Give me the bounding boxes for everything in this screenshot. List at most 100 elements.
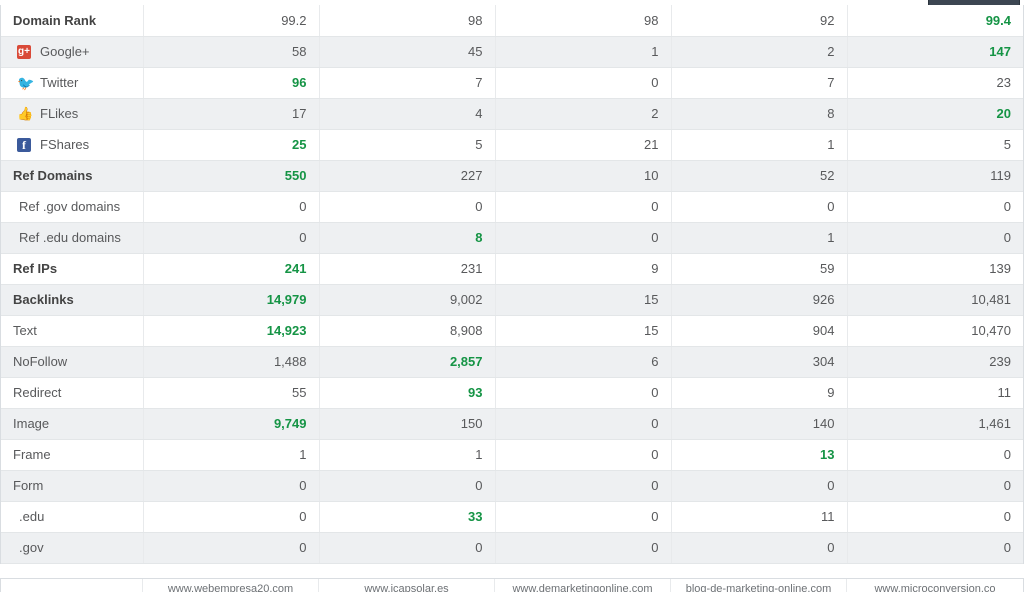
metric-value-cell: 0 xyxy=(495,191,672,223)
table-row: 👍 FLikes 17 4 2 8 20 xyxy=(1,98,1023,130)
metric-value: 98 xyxy=(644,12,659,28)
metric-value-cell: 0 xyxy=(847,191,1023,223)
metric-value-cell: 0 xyxy=(495,532,672,564)
metric-label-text: Ref IPs xyxy=(13,261,58,276)
metric-value: 5 xyxy=(1003,137,1011,152)
metric-value-cell: 0 xyxy=(143,222,320,254)
metric-value-cell: 0 xyxy=(847,222,1023,254)
metric-value-best: 8 xyxy=(475,230,483,245)
metric-value: 0 xyxy=(651,478,659,493)
social-metric-label: 👍 FLikes xyxy=(13,106,131,121)
metric-value-cell: 1 xyxy=(671,222,848,254)
metric-value-best: 20 xyxy=(996,106,1011,121)
metric-label-cell: .gov xyxy=(1,532,144,564)
metric-value: 926 xyxy=(812,292,835,307)
metric-value-cell: 55 xyxy=(143,377,320,409)
footer-url-label[interactable]: www.microconversion.co xyxy=(847,579,1023,592)
metric-value: 9,002 xyxy=(449,292,483,307)
metric-label-text: .gov xyxy=(19,540,44,555)
metric-value-cell: 0 xyxy=(671,532,848,564)
footer-url-row: www.webempresa20.com www.icapsolar.es www.… xyxy=(0,578,1024,592)
metric-value-cell: 0 xyxy=(847,439,1023,471)
metric-value-cell: 0 xyxy=(319,532,496,564)
metric-label-cell: Redirect xyxy=(1,377,144,409)
metric-value-cell: 0 xyxy=(495,501,672,533)
metric-value: 15 xyxy=(644,323,659,338)
table-row: Ref .edu domains 0 8 0 1 0 xyxy=(1,222,1023,254)
metric-value-cell: 9,002 xyxy=(319,284,496,316)
metric-value-best: 14,923 xyxy=(266,323,307,338)
metric-value-best: 33 xyxy=(468,509,483,524)
metric-value: 55 xyxy=(292,385,307,400)
metric-value-cell: 10,481 xyxy=(847,284,1023,316)
metric-value: 1,488 xyxy=(273,354,307,369)
metrics-table-container: Domain Rank 99.2 98 98 92 99.4 g+ Google+ 58 45 1 2… xyxy=(0,5,1024,564)
metric-label-text: Twitter xyxy=(40,75,79,90)
metrics-table-body: Domain Rank 99.2 98 98 92 99.4 g+ Google+ 58 45 1 2… xyxy=(1,5,1023,564)
metric-value: 17 xyxy=(292,106,307,121)
metric-label-text: Ref .gov domains xyxy=(19,199,121,214)
metric-value-cell: 20 xyxy=(847,98,1023,130)
metric-value: 21 xyxy=(644,137,659,152)
metric-value: 0 xyxy=(651,75,659,90)
metric-value-best: 14,979 xyxy=(266,292,307,307)
metric-value-cell: 0 xyxy=(495,439,672,471)
metric-value-cell: 0 xyxy=(495,222,672,254)
metric-label-text: FShares xyxy=(40,137,90,152)
metric-value: 7 xyxy=(475,75,483,90)
metric-value: 0 xyxy=(1003,478,1011,493)
table-row: NoFollow 1,488 2,857 6 304 239 xyxy=(1,346,1023,378)
metric-value-cell: 147 xyxy=(847,36,1023,68)
metric-value-cell: 99.4 xyxy=(847,5,1023,37)
metric-value-cell: 14,979 xyxy=(143,284,320,316)
metric-value-cell: 0 xyxy=(495,470,672,502)
metric-value-cell: 5 xyxy=(319,129,496,161)
metric-value: 10,481 xyxy=(971,292,1011,307)
metric-value-cell: 139 xyxy=(847,253,1023,285)
metric-value: 0 xyxy=(299,540,307,555)
metric-value-cell: 11 xyxy=(671,501,848,533)
metric-label-cell: NoFollow xyxy=(1,346,144,378)
footer-url-label[interactable]: www.demarketingonline.com xyxy=(495,579,671,592)
metric-value-cell: 227 xyxy=(319,160,496,192)
metric-value-cell: 33 xyxy=(319,501,496,533)
metric-value: 0 xyxy=(651,416,659,431)
metric-value-cell: 0 xyxy=(319,470,496,502)
metric-value-cell: 0 xyxy=(143,501,320,533)
metric-value: 99.2 xyxy=(281,12,307,28)
metric-value-best: 550 xyxy=(284,168,307,183)
metric-value: 0 xyxy=(475,540,483,555)
metric-label-cell: Ref .edu domains xyxy=(1,222,144,254)
metric-value-cell: 15 xyxy=(495,315,672,347)
metric-value-cell: 7 xyxy=(671,67,848,99)
table-row: .edu 0 33 0 11 0 xyxy=(1,501,1023,533)
social-metric-label: g+ Google+ xyxy=(13,44,131,59)
metric-value: 58 xyxy=(292,44,307,59)
metric-label-cell: .edu xyxy=(1,501,144,533)
metric-value-cell: 96 xyxy=(143,67,320,99)
table-row: Ref .gov domains 0 0 0 0 0 xyxy=(1,191,1023,223)
table-row: Form 0 0 0 0 0 xyxy=(1,470,1023,502)
table-row: Text 14,923 8,908 15 904 10,470 xyxy=(1,315,1023,347)
metric-value: 0 xyxy=(651,447,659,462)
table-row: Image 9,749 150 0 140 1,461 xyxy=(1,408,1023,440)
metric-value-cell: 904 xyxy=(671,315,848,347)
metric-value: 98 xyxy=(468,12,483,28)
metric-label-text: .edu xyxy=(19,509,45,524)
metric-value: 15 xyxy=(644,292,659,307)
footer-url-label[interactable]: www.webempresa20.com xyxy=(143,579,319,592)
metric-value: 1,461 xyxy=(978,416,1011,431)
metric-value: 0 xyxy=(1003,540,1011,555)
metric-label-cell: Ref Domains xyxy=(1,160,144,192)
table-row: 🐦 Twitter 96 7 0 7 23 xyxy=(1,67,1023,99)
metric-value-cell: 0 xyxy=(495,408,672,440)
metric-label-cell: Domain Rank xyxy=(1,5,144,37)
metric-value-cell: 25 xyxy=(143,129,320,161)
footer-url-label[interactable]: www.icapsolar.es xyxy=(319,579,495,592)
footer-url-label[interactable]: blog-de-marketing-online.com xyxy=(671,579,847,592)
metric-label-text: NoFollow xyxy=(13,354,68,369)
metric-value: 0 xyxy=(651,199,659,214)
metric-value: 59 xyxy=(820,261,835,276)
metric-value-cell: 8,908 xyxy=(319,315,496,347)
metric-value: 23 xyxy=(996,75,1011,90)
